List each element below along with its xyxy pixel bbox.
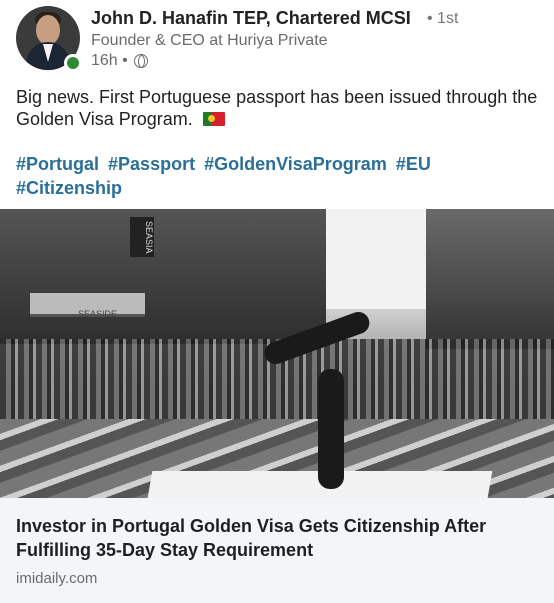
article-source: imidaily.com <box>16 570 98 587</box>
street-sign: SEASIA <box>130 217 154 257</box>
hashtag-eu[interactable]: #EU <box>396 154 431 174</box>
article-title[interactable]: Investor in Portugal Golden Visa Gets Ci… <box>16 514 541 562</box>
link-preview-card[interactable]: Investor in Portugal Golden Visa Gets Ci… <box>0 498 554 603</box>
hashtag-portugal[interactable]: #Portugal <box>16 154 99 174</box>
author-headline: Founder & CEO at Huriya Private <box>91 32 328 49</box>
online-status-icon <box>64 54 82 72</box>
article-image[interactable]: SEASIA SEASIDE <box>0 209 554 498</box>
avatar-face <box>36 15 60 45</box>
hashtag-citizenship[interactable]: #Citizenship <box>16 178 122 198</box>
post-text: Big news. First Portuguese passport has … <box>16 86 541 130</box>
hashtag-passport[interactable]: #Passport <box>108 154 195 174</box>
post-body: Big news. First Portuguese passport has … <box>16 87 538 129</box>
post-meta: 16h • <box>91 52 148 70</box>
hashtag-list: #Portugal #Passport #GoldenVisaProgram #… <box>16 152 541 200</box>
shop-sign: SEASIDE <box>78 309 118 319</box>
post-header: John D. Hanafin TEP, Chartered MCSI • 1s… <box>16 6 546 74</box>
connection-degree: • 1st <box>427 10 459 27</box>
left-building <box>0 209 326 344</box>
right-building <box>426 209 554 349</box>
globe-icon <box>133 54 148 68</box>
sky <box>326 209 426 309</box>
acrobat-base <box>318 369 344 489</box>
hashtag-golden-visa-program[interactable]: #GoldenVisaProgram <box>204 154 387 174</box>
author-name[interactable]: John D. Hanafin TEP, Chartered MCSI <box>91 8 411 29</box>
post-time: 16h • <box>91 52 128 69</box>
portugal-flag-icon <box>202 112 225 126</box>
